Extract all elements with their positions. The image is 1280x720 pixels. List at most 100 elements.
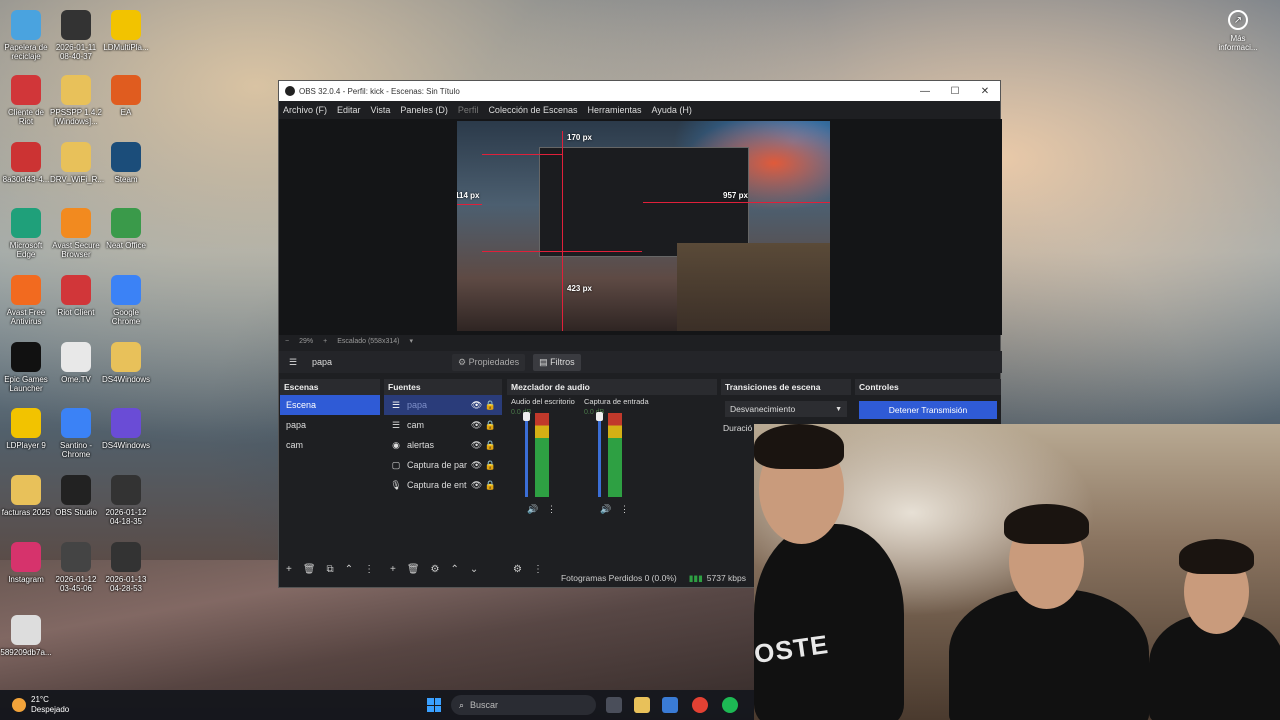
taskbar-search[interactable]: ⌕ Buscar [451, 695, 596, 715]
windows-start-icon[interactable] [427, 698, 441, 712]
desktop-icon[interactable]: Riot Client [50, 275, 102, 317]
chrome-icon[interactable] [692, 697, 708, 713]
scene-item[interactable]: Escena [280, 395, 380, 415]
desktop-icon[interactable]: 8a30cf43-4... [0, 142, 52, 184]
image-file-icon [11, 615, 41, 645]
fader-knob[interactable] [596, 412, 603, 421]
stop-stream-button[interactable]: Detener Transmisión [859, 401, 997, 419]
desktop-icon[interactable]: DRV_WiFi_R... [50, 142, 104, 184]
visibility-lock-icons[interactable]: 👁 🔒 [471, 460, 496, 471]
menu-item[interactable]: Colección de Escenas [488, 105, 577, 115]
menu-item[interactable]: Ayuda (H) [652, 105, 692, 115]
menu-item[interactable]: Perfil [458, 105, 479, 115]
speaker-icon[interactable]: 🔊 [527, 504, 538, 515]
menu-item[interactable]: Editar [337, 105, 361, 115]
channel-menu-button[interactable]: ⋮ [620, 504, 629, 515]
chevron-down-icon[interactable]: ▾ [409, 337, 413, 345]
obs-titlebar[interactable]: OBS 32.0.4 - Perfil: kick - Escenas: Sin… [279, 81, 1000, 101]
mic-icon: 🎙 [390, 479, 402, 490]
source-label: Captura de par [407, 460, 468, 470]
scale-mode[interactable]: Escalado (558x314) [337, 338, 399, 345]
globe-icon: ◉ [392, 439, 400, 450]
menu-item[interactable]: Paneles (D) [400, 105, 448, 115]
store-icon[interactable] [662, 697, 678, 713]
webcam-overlay: OSTE [754, 424, 1280, 720]
volume-fader[interactable] [598, 413, 601, 497]
desktop-icon-label: Neat Office [106, 241, 146, 250]
desktop-icon[interactable]: Cliente de Riot [0, 75, 52, 126]
desktop-icon-label: EA [120, 108, 132, 117]
desktop-icon[interactable]: LDMultiPla... [100, 10, 152, 52]
guide-line-top [482, 154, 562, 155]
zoom-out-button[interactable]: − [285, 338, 289, 345]
minimize-button[interactable]: — [910, 86, 940, 97]
desktop-icon[interactable]: Avast Secure Browser [50, 208, 102, 259]
list-icon: ☰ [391, 399, 401, 410]
desktop-icon[interactable]: Avast Free Antivirus [0, 275, 52, 326]
desktop-icon[interactable]: LDPlayer 9 [0, 408, 52, 450]
visibility-lock-icons[interactable]: 👁 🔒 [471, 480, 496, 491]
desktop-icon[interactable]: Steam [100, 142, 152, 184]
desktop-icon-label: 2026-01-12 03-45-06 [55, 575, 97, 593]
zoom-in-button[interactable]: + [323, 338, 327, 345]
spotify-icon[interactable] [722, 697, 738, 713]
source-item[interactable]: ☰ papa 👁 🔒 [384, 395, 502, 415]
menu-item[interactable]: Herramientas [588, 105, 642, 115]
desktop-icon[interactable]: Papelera de reciclaje [0, 10, 52, 61]
desktop-icon-label: Microsoft Edge [9, 241, 43, 259]
scene-item[interactable]: cam [280, 435, 380, 455]
desktop-icon[interactable]: 589209db7a... [0, 615, 52, 657]
desktop-icon[interactable]: 2026-01-11 08-40-37 [50, 10, 102, 61]
properties-button[interactable]: ⚙ Propiedades [452, 353, 526, 371]
desktop-icon[interactable]: 2026-01-12 04-18-35 [100, 475, 152, 526]
source-item[interactable]: ▢ Captura de par 👁 🔒 [384, 455, 502, 475]
desktop-icon[interactable]: DS4Windows [100, 342, 152, 384]
scene-preview[interactable]: 170 px 957 px 114 px 423 px [457, 121, 830, 331]
visibility-lock-icons[interactable]: 👁 🔒 [471, 400, 496, 411]
desktop-icon[interactable]: Microsoft Edge [0, 208, 52, 259]
fader-knob[interactable] [523, 412, 530, 421]
desktop-icon[interactable]: Epic Games Launcher [0, 342, 52, 393]
neat-office-icon [111, 208, 141, 238]
scene-item[interactable]: papa [280, 415, 380, 435]
ometv-icon [61, 342, 91, 372]
desktop-icon[interactable]: 2026-01-12 03-45-06 [50, 542, 102, 593]
speaker-icon[interactable]: 🔊 [600, 504, 611, 515]
desktop-icon-label: LDMultiPla... [103, 43, 149, 52]
preview-webcam [677, 243, 830, 331]
desktop-icon[interactable]: Google Chrome [100, 275, 152, 326]
filters-button[interactable]: ▤ Filtros [533, 353, 581, 371]
close-button[interactable]: ✕ [970, 86, 1000, 97]
scenes-dock: Escenas Escena papa cam + 🗑 ⧉ ⌃ ⋮ [280, 379, 380, 575]
source-item[interactable]: ◉ alertas 👁 🔒 [384, 435, 502, 455]
menu-item[interactable]: Archivo (F) [283, 105, 327, 115]
desktop-icon[interactable]: EA [100, 75, 152, 117]
desktop-icon[interactable]: Santino - Chrome [50, 408, 102, 459]
desktop-icon[interactable]: Instagram [0, 542, 52, 584]
maximize-button[interactable]: ☐ [940, 86, 970, 97]
volume-fader[interactable] [525, 413, 528, 497]
visibility-lock-icons[interactable]: 👁 🔒 [471, 440, 496, 451]
desktop-icon-label: Riot Client [57, 308, 95, 317]
mixer-title: Mezclador de audio [511, 382, 590, 392]
desktop-icon[interactable]: Ome.TV [50, 342, 102, 384]
desktop-icon[interactable]: facturas 2025 [0, 475, 52, 517]
weather-widget[interactable]: 21°C Despejado [12, 695, 69, 715]
file-explorer-icon[interactable] [634, 697, 650, 713]
folder-icon [61, 75, 91, 105]
more-info-widget[interactable]: ↗ Más informaci... [1214, 10, 1262, 52]
desktop-icon[interactable]: DS4Windows [100, 408, 152, 450]
monitor-icon: ▢ [391, 459, 401, 470]
desktop-icon-label: 589209db7a... [0, 648, 52, 657]
task-view-icon[interactable] [606, 697, 622, 713]
source-item[interactable]: 🎙 Captura de ent 👁 🔒 [384, 475, 502, 495]
visibility-lock-icons[interactable]: 👁 🔒 [471, 420, 496, 431]
source-item[interactable]: ☰ cam 👁 🔒 [384, 415, 502, 435]
menu-item[interactable]: Vista [371, 105, 391, 115]
transition-select[interactable]: Desvanecimiento ▼ [725, 401, 847, 417]
desktop-icon[interactable]: Neat Office [100, 208, 152, 250]
desktop-icon[interactable]: PPSSPP 1.4.2 [Windows]... [50, 75, 102, 126]
desktop-icon[interactable]: 2026-01-13 04-28-53 [100, 542, 152, 593]
desktop-icon[interactable]: OBS Studio [50, 475, 102, 517]
channel-menu-button[interactable]: ⋮ [547, 504, 556, 515]
